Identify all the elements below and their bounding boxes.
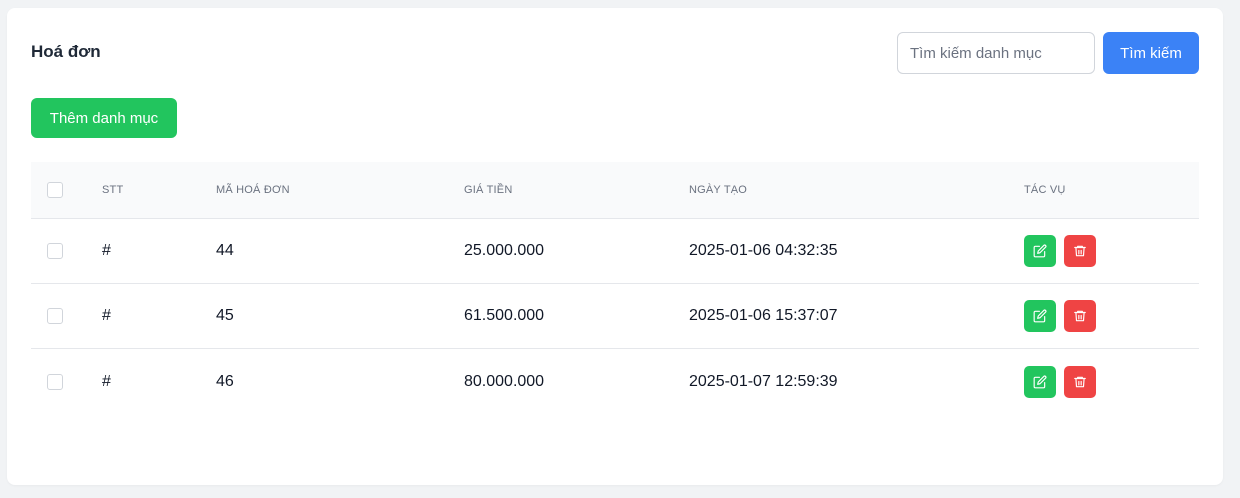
edit-button[interactable] bbox=[1024, 365, 1056, 398]
row-checkbox[interactable] bbox=[47, 373, 63, 390]
row-price: 80.000.000 bbox=[464, 372, 545, 390]
row-checkbox[interactable] bbox=[47, 308, 63, 324]
delete-button[interactable] bbox=[1064, 365, 1096, 398]
delete-button[interactable] bbox=[1064, 300, 1096, 332]
row-actions bbox=[1024, 219, 1104, 283]
row-code: 44 bbox=[216, 242, 234, 259]
row-checkbox-cell bbox=[47, 219, 63, 283]
trash-icon bbox=[1074, 376, 1086, 387]
edit-button[interactable] bbox=[1024, 235, 1056, 267]
row-stt: # bbox=[102, 372, 111, 390]
row-checkbox-cell bbox=[47, 349, 63, 414]
row-price: 25.000.000 bbox=[464, 242, 545, 259]
row-actions bbox=[1024, 284, 1104, 348]
row-code: 45 bbox=[216, 307, 234, 324]
row-actions bbox=[1024, 349, 1104, 414]
table-header: STT MÃ HOÁ ĐƠN GIÁ TIỀN NGÀY TẠO TÁC VỤ bbox=[31, 162, 1199, 219]
row-date: 2025-01-06 04:32:35 bbox=[689, 242, 838, 259]
add-category-button[interactable]: Thêm danh mục bbox=[31, 98, 177, 138]
edit-icon bbox=[1033, 244, 1047, 258]
table-row: # 44 25.000.000 2025-01-06 04:32:35 bbox=[31, 219, 1199, 284]
invoice-table: STT MÃ HOÁ ĐƠN GIÁ TIỀN NGÀY TẠO TÁC VỤ … bbox=[31, 162, 1199, 414]
row-stt: # bbox=[102, 307, 111, 324]
invoice-card: Hoá đơn Tìm kiếm Thêm danh mục STT MÃ HO… bbox=[7, 8, 1223, 485]
row-checkbox-cell bbox=[47, 284, 63, 348]
trash-icon bbox=[1074, 245, 1086, 257]
column-header-stt: STT bbox=[102, 184, 124, 196]
header-checkbox-cell bbox=[47, 162, 63, 218]
row-date: 2025-01-07 12:59:39 bbox=[689, 372, 838, 390]
table-row: # 46 80.000.000 2025-01-07 12:59:39 bbox=[31, 349, 1199, 414]
column-header-date: NGÀY TẠO bbox=[689, 184, 748, 196]
edit-icon bbox=[1033, 375, 1047, 388]
search-button[interactable]: Tìm kiếm bbox=[1103, 32, 1199, 74]
column-header-price: GIÁ TIỀN bbox=[464, 184, 513, 196]
trash-icon bbox=[1074, 310, 1086, 322]
edit-button[interactable] bbox=[1024, 300, 1056, 332]
table-row: # 45 61.500.000 2025-01-06 15:37:07 bbox=[31, 284, 1199, 349]
row-code: 46 bbox=[216, 372, 234, 390]
edit-icon bbox=[1033, 309, 1047, 323]
search-input[interactable] bbox=[897, 32, 1095, 74]
row-date: 2025-01-06 15:37:07 bbox=[689, 307, 838, 324]
row-price: 61.500.000 bbox=[464, 307, 545, 324]
select-all-checkbox[interactable] bbox=[47, 182, 63, 198]
delete-button[interactable] bbox=[1064, 235, 1096, 267]
column-header-actions: TÁC VỤ bbox=[1024, 184, 1066, 196]
row-checkbox[interactable] bbox=[47, 243, 63, 259]
page-title: Hoá đơn bbox=[31, 42, 101, 61]
row-stt: # bbox=[102, 242, 111, 259]
column-header-code: MÃ HOÁ ĐƠN bbox=[216, 184, 290, 196]
